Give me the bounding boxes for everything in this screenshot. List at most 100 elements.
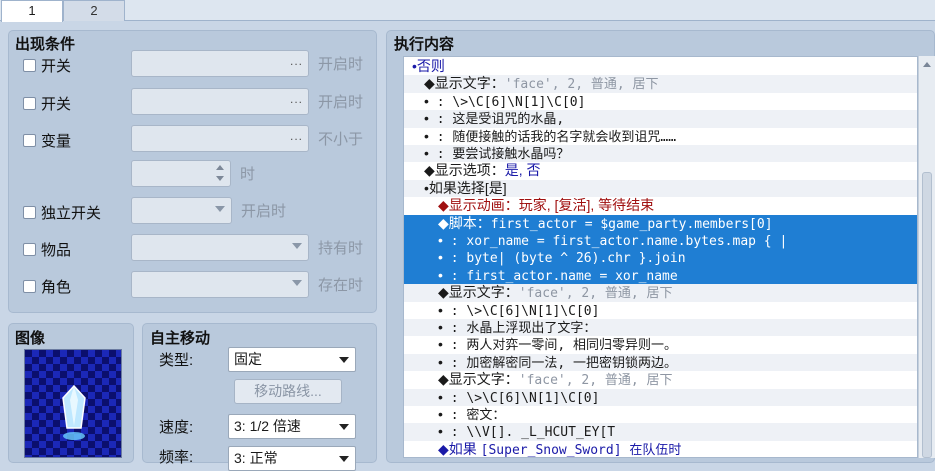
tab-bar: 1 2 bbox=[0, 0, 935, 22]
type-select[interactable]: 固定 bbox=[228, 347, 356, 372]
command-text: : 随便接触的话我的名字就会收到诅咒…… bbox=[428, 129, 677, 145]
condition-row[interactable]: 变量 bbox=[23, 130, 71, 151]
condition-label: 独立开关 bbox=[41, 205, 102, 222]
type-label: 类型: bbox=[159, 352, 194, 369]
condition-picker[interactable]: ... bbox=[131, 125, 309, 152]
freq-label: 频率: bbox=[159, 449, 194, 466]
command-text: 'face', 2, 普通, 居下 bbox=[504, 77, 659, 93]
command-text: : byte| (byte ^ 26).chr }.join bbox=[442, 251, 686, 267]
condition-row[interactable]: 物品 bbox=[23, 239, 71, 260]
spin-down-icon[interactable] bbox=[216, 176, 224, 181]
speed-select[interactable]: 3: 1/2 倍速 bbox=[228, 414, 356, 439]
command-text: : xor_name = first_actor.name.bytes.map … bbox=[442, 234, 788, 249]
command-row[interactable]: ◆显示文字：'face', 2, 普通, 居下 bbox=[404, 284, 917, 302]
command-text: •否则 bbox=[412, 58, 445, 74]
command-row[interactable]: ◆显示动画：玩家, [复活], 等待结束 bbox=[404, 197, 917, 214]
chevron-down-icon bbox=[215, 206, 225, 212]
image-title: 图像 bbox=[15, 330, 46, 347]
command-text: : 要尝试接触水晶吗？ bbox=[428, 147, 570, 162]
command-text: : 这是受诅咒的水晶, bbox=[428, 112, 565, 128]
crystal-icon bbox=[62, 384, 86, 440]
condition-row[interactable]: 角色 bbox=[23, 276, 71, 297]
command-row[interactable]: •否则 bbox=[404, 58, 917, 75]
command-row[interactable]: • : \>\C[6]\N[1]\C[0] bbox=[404, 302, 917, 319]
command-row[interactable]: ◆显示文字：'face', 2, 普通, 居下 bbox=[404, 371, 917, 389]
command-row[interactable]: • : xor_name = first_actor.name.bytes.ma… bbox=[404, 232, 917, 250]
checkbox[interactable] bbox=[23, 206, 36, 219]
condition-suffix: 时 bbox=[240, 166, 256, 183]
spin-up-icon[interactable] bbox=[216, 165, 224, 170]
condition-dropdown[interactable] bbox=[131, 197, 232, 224]
command-row[interactable]: • : 加密解密同一法, 一把密钥锁两边。 bbox=[404, 353, 917, 372]
condition-suffix: 开启时 bbox=[318, 56, 364, 73]
command-text: ◆脚本： bbox=[438, 214, 491, 231]
command-text: ◆显示文字： bbox=[438, 284, 519, 301]
command-row[interactable]: • : first_actor.name = xor_name bbox=[404, 266, 917, 285]
ellipsis-button[interactable]: ... bbox=[290, 129, 303, 143]
condition-label: 开关 bbox=[41, 58, 72, 75]
scroll-thumb[interactable] bbox=[922, 172, 932, 458]
command-row[interactable]: • : 两人对弈一零间, 相同归零异则一。 bbox=[404, 336, 917, 354]
condition-row[interactable]: 开关 bbox=[23, 93, 71, 114]
value-spinner[interactable] bbox=[131, 160, 231, 187]
ellipsis-button[interactable]: ... bbox=[290, 92, 303, 106]
command-row[interactable]: • : byte| (byte ^ 26).chr }.join bbox=[404, 249, 917, 267]
condition-row[interactable]: 开关 bbox=[23, 55, 71, 76]
condition-dropdown[interactable] bbox=[131, 271, 309, 298]
command-text: : first_actor.name = xor_name bbox=[442, 268, 678, 284]
chevron-down-icon bbox=[339, 456, 349, 462]
command-text: : \>\C[6]\N[1]\C[0] bbox=[442, 390, 600, 406]
command-text: : \\V[]. _L_HCUT_EY[T bbox=[442, 425, 616, 441]
command-row[interactable]: • : 密文： bbox=[404, 406, 917, 423]
freq-value: 3: 正常 bbox=[234, 450, 278, 466]
command-row[interactable]: • : 这是受诅咒的水晶, bbox=[404, 110, 917, 128]
command-text: 'face', 2, 普通, 居下 bbox=[518, 373, 673, 389]
condition-label: 角色 bbox=[41, 279, 72, 296]
command-row[interactable]: ◆显示选项：是, 否 bbox=[404, 162, 917, 179]
condition-suffix: 不小于 bbox=[318, 131, 364, 148]
command-row[interactable]: • : 要尝试接触水晶吗？ bbox=[404, 145, 917, 163]
command-row[interactable]: • : 水晶上浮现出了文字： bbox=[404, 319, 917, 337]
conditions-title: 出现条件 bbox=[15, 36, 76, 53]
checkbox[interactable] bbox=[23, 134, 36, 147]
command-text: [Super_Snow_Sword] 在队伍时 bbox=[480, 442, 682, 458]
event-image-preview[interactable] bbox=[24, 349, 122, 458]
condition-suffix: 持有时 bbox=[318, 240, 364, 257]
condition-label: 开关 bbox=[41, 96, 72, 113]
command-row[interactable]: • : 随便接触的话我的名字就会收到诅咒…… bbox=[404, 128, 917, 145]
command-row[interactable]: ◆如果 [Super_Snow_Sword] 在队伍时 bbox=[404, 441, 917, 458]
command-row[interactable]: •如果选择[是] bbox=[404, 179, 917, 198]
command-text: : 两人对弈一零间, 相同归零异则一。 bbox=[442, 338, 678, 354]
command-text: : 加密解密同一法, 一把密钥锁两边。 bbox=[442, 355, 678, 371]
freq-select[interactable]: 3: 正常 bbox=[228, 446, 356, 471]
command-list[interactable]: •否则 ◆显示文字：'face', 2, 普通, 居下 • : \>\C[6]\N[… bbox=[403, 56, 918, 458]
condition-dropdown[interactable] bbox=[131, 234, 309, 261]
command-row[interactable]: ◆显示文字：'face', 2, 普通, 居下 bbox=[404, 75, 917, 93]
checkbox[interactable] bbox=[23, 243, 36, 256]
move-title: 自主移动 bbox=[150, 330, 211, 347]
condition-picker[interactable]: ... bbox=[131, 50, 309, 77]
checkbox[interactable] bbox=[23, 97, 36, 110]
move-route-button[interactable]: 移动路线... bbox=[234, 379, 342, 404]
command-row[interactable]: • : \>\C[6]\N[1]\C[0] bbox=[404, 93, 917, 110]
chevron-down-icon bbox=[292, 280, 302, 286]
condition-picker[interactable]: ... bbox=[131, 88, 309, 115]
tab-page-2[interactable]: 2 bbox=[63, 0, 125, 21]
scroll-up-icon[interactable] bbox=[923, 62, 931, 67]
command-row[interactable]: ◆脚本：first_actor = $game_party.members[0] bbox=[404, 214, 917, 232]
command-row[interactable]: • : \\V[]. _L_HCUT_EY[T bbox=[404, 423, 917, 441]
ellipsis-button[interactable]: ... bbox=[290, 54, 303, 68]
command-text: first_actor = $game_party.members[0] bbox=[490, 216, 773, 232]
type-value: 固定 bbox=[234, 351, 262, 367]
command-text: ◆显示文字： bbox=[438, 371, 519, 388]
command-text: : 密文： bbox=[442, 408, 506, 423]
chevron-down-icon bbox=[339, 424, 349, 430]
condition-row[interactable]: 独立开关 bbox=[23, 202, 101, 223]
command-list-scrollbar[interactable] bbox=[918, 56, 935, 458]
command-text: •如果选择[是] bbox=[424, 179, 507, 196]
tab-page-1[interactable]: 1 bbox=[1, 0, 63, 22]
checkbox[interactable] bbox=[23, 59, 36, 72]
command-text: : \>\C[6]\N[1]\C[0] bbox=[428, 94, 586, 110]
command-row[interactable]: • : \>\C[6]\N[1]\C[0] bbox=[404, 388, 917, 406]
checkbox[interactable] bbox=[23, 280, 36, 293]
